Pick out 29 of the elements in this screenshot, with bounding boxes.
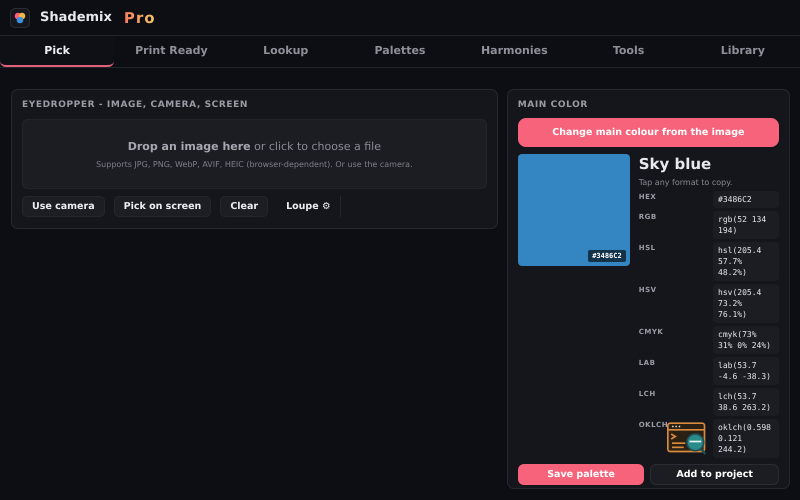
format-value[interactable]: #3486C2 <box>713 191 779 208</box>
tool-button[interactable]: Clear <box>220 196 268 217</box>
drop-zone[interactable]: Drop an image here or click to choose a file Supports JPG, PNG, WebP, AVIF, HEIC (browser-dependent). Or use the camera. <box>22 119 487 189</box>
tab[interactable]: Lookup <box>228 36 343 67</box>
color-name: Sky blue <box>638 155 712 173</box>
app-logo-icon <box>10 8 30 28</box>
tab[interactable]: Harmonies <box>457 36 572 67</box>
section-title: MAIN COLOR <box>518 100 589 110</box>
tab[interactable]: Tools <box>571 36 686 67</box>
drop-instruction: Drop an image here or click to choose a file <box>128 140 381 152</box>
loupe-toggle[interactable]: Loupe ⚙ <box>277 196 341 217</box>
tab[interactable]: Palettes <box>342 36 458 67</box>
format-value[interactable]: hsl(205.4 57.7% 48.2%) <box>713 242 779 281</box>
format-value[interactable]: lch(53.7 38.6 263.2) <box>713 388 779 416</box>
inspector-icon[interactable] <box>667 422 707 456</box>
format-value[interactable]: hsv(205.4 73.2% 76.1%) <box>713 284 779 323</box>
format-value[interactable]: lab(53.7 -4.6 -38.3) <box>713 357 779 385</box>
supported-formats-text: Supports JPG, PNG, WebP, AVIF, HEIC (browser-dependent). Or use the camera. <box>96 160 413 168</box>
app-name: Shademix <box>40 10 112 25</box>
hint-text: Tap any format to copy. <box>638 178 734 187</box>
format-value[interactable]: oklch(0.598 0.121 244.2) <box>713 419 779 458</box>
tool-button[interactable]: Use camera <box>22 196 105 217</box>
tab[interactable]: Print Ready <box>114 36 229 67</box>
format-value[interactable]: cmyk(73% 31% 0% 24%) <box>713 326 779 354</box>
add-to-project-button[interactable]: Add to project <box>650 464 779 485</box>
format-value[interactable]: rgb(52 134 194) <box>713 211 779 239</box>
tab[interactable]: Library <box>686 36 800 67</box>
section-title: EYEDROPPER - IMAGE, CAMERA, SCREEN <box>22 100 250 110</box>
tool-button[interactable]: Pick on screen <box>114 196 212 217</box>
